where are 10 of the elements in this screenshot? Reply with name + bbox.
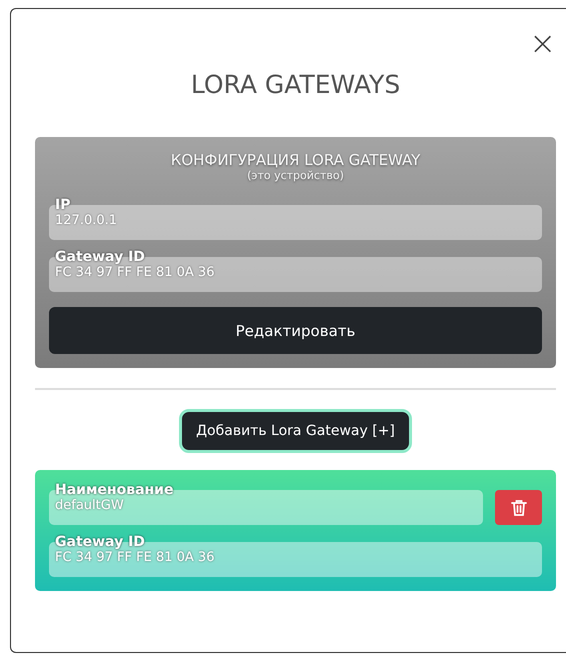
edit-button[interactable]: Редактировать bbox=[49, 307, 542, 354]
delete-button[interactable] bbox=[495, 490, 542, 525]
input-field[interactable]: Gateway ID FC 34 97 FF FE 81 0A 36 bbox=[49, 249, 542, 292]
input-field[interactable]: IP 127.0.0.1 bbox=[49, 197, 542, 240]
add-gateway-button[interactable]: Добавить Lora Gateway [+] bbox=[179, 409, 412, 453]
card-title: КОНФИГУРАЦИЯ LORA GATEWAY bbox=[170, 151, 422, 169]
dialog-title: LORA GATEWAYS bbox=[190, 70, 402, 99]
card-subtitle: (это устройство) bbox=[246, 169, 345, 182]
trash-icon bbox=[510, 498, 526, 516]
close-button[interactable]: × bbox=[529, 27, 556, 59]
